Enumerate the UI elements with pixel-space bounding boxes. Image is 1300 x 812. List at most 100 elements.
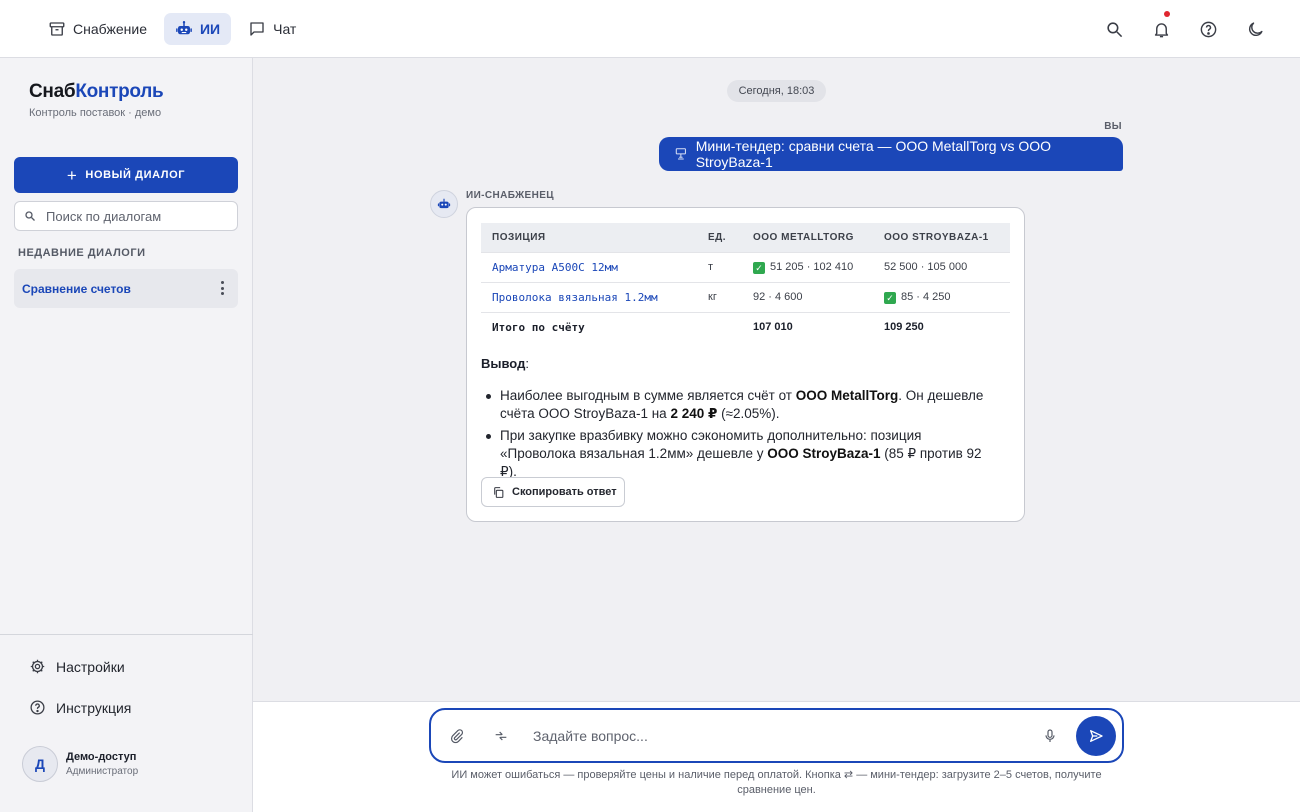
user-message-label: ВЫ bbox=[1104, 121, 1122, 132]
paperclip-icon bbox=[450, 728, 464, 743]
settings-link[interactable]: Настройки bbox=[29, 658, 125, 675]
brand-subtitle: Контроль поставок · демо bbox=[29, 107, 162, 119]
notification-dot bbox=[1164, 11, 1170, 17]
microphone-icon bbox=[1045, 728, 1055, 742]
user-role: Администратор bbox=[66, 766, 139, 777]
top-actions bbox=[1091, 0, 1300, 58]
help-circle-icon bbox=[30, 700, 45, 715]
comparison-table: ПОЗИЦИЯ ЕД. ООО METALLTORG ООО STROYBAZA… bbox=[481, 223, 1010, 342]
user-message-bubble: Мини-тендер: сравни счета — ООО MetallTo… bbox=[659, 137, 1123, 171]
help-button[interactable] bbox=[1185, 0, 1232, 58]
cell-stroybaza: 52 500 · 105 000 bbox=[873, 251, 1010, 282]
tab-chat[interactable]: Чат bbox=[237, 13, 307, 45]
help-icon bbox=[1200, 21, 1217, 37]
bot-avatar bbox=[430, 190, 458, 218]
recent-dialog-item[interactable]: Сравнение счетов bbox=[14, 269, 238, 308]
archive-icon bbox=[48, 20, 66, 38]
copy-answer-label: Скопировать ответ bbox=[512, 486, 617, 498]
send-button[interactable] bbox=[1076, 715, 1116, 756]
tab-ai[interactable]: ИИ bbox=[163, 12, 232, 45]
header-unit: ЕД. bbox=[697, 223, 742, 252]
dialog-search bbox=[14, 201, 238, 231]
help-link[interactable]: Инструкция bbox=[29, 699, 131, 716]
header-stroybaza: ООО STROYBAZA-1 bbox=[873, 223, 1010, 252]
composer-disclaimer: ИИ может ошибаться — проверяйте цены и н… bbox=[451, 769, 1102, 796]
brand-part2: Контроль bbox=[75, 81, 164, 102]
robot-icon bbox=[437, 198, 451, 209]
voice-input-button[interactable] bbox=[1028, 714, 1072, 758]
plus-icon: + bbox=[66, 165, 78, 185]
search-icon bbox=[25, 211, 35, 221]
recent-dialogs-heading: НЕДАВНИЕ ДИАЛОГИ bbox=[18, 247, 146, 259]
avatar: Д bbox=[22, 746, 58, 782]
search-button[interactable] bbox=[1091, 0, 1138, 58]
notifications-button[interactable] bbox=[1138, 0, 1185, 58]
cell-metalltorg-value: 51 205 · 102 410 bbox=[770, 260, 854, 273]
tab-ai-label: ИИ bbox=[199, 20, 221, 37]
compare-arrows-icon bbox=[495, 731, 507, 740]
message-input[interactable] bbox=[533, 727, 1028, 744]
bullet-bold: ООО MetallTorg bbox=[795, 388, 899, 403]
dialog-search-input[interactable] bbox=[46, 208, 226, 224]
user-name: Демо-доступ bbox=[66, 751, 137, 763]
cell-position: Проволока вязальная 1.2мм bbox=[481, 281, 697, 312]
search-icon bbox=[1107, 21, 1123, 37]
cell-total-stroybaza: 109 250 bbox=[873, 311, 1010, 342]
gear-icon bbox=[30, 659, 45, 674]
send-icon bbox=[1090, 729, 1103, 742]
conclusion-heading: Вывод: bbox=[481, 356, 529, 371]
main-tabs: Снабжение ИИ Чат bbox=[37, 12, 307, 45]
cell-metalltorg: ✓ 51 205 · 102 410 bbox=[742, 251, 873, 282]
sidebar-divider bbox=[0, 634, 253, 635]
top-bar: Снабжение ИИ Чат bbox=[0, 0, 1300, 58]
brand-logo: СнабКонтроль bbox=[29, 81, 164, 103]
check-icon: ✓ bbox=[884, 291, 896, 304]
message-composer bbox=[429, 708, 1124, 763]
podium-icon bbox=[674, 147, 688, 161]
conclusion-label: Вывод bbox=[481, 356, 526, 371]
bullet-text: (≈2.05%). bbox=[717, 406, 780, 421]
new-dialog-label: НОВЫЙ ДИАЛОГ bbox=[85, 169, 186, 181]
list-item: При закупке вразбивку можно сэкономить д… bbox=[486, 427, 1000, 481]
attach-button[interactable] bbox=[435, 714, 479, 758]
tab-supply[interactable]: Снабжение bbox=[37, 13, 158, 45]
cell-stroybaza: ✓ 85 · 4 250 bbox=[873, 281, 1010, 312]
user-message-text: Мини-тендер: сравни счета — ООО MetallTo… bbox=[695, 138, 1052, 170]
cell-total-unit bbox=[697, 311, 742, 342]
list-item: Наиболее выгодным в сумме является счёт … bbox=[486, 387, 1000, 423]
table-row: Арматура А500С 12мм т ✓ 51 205 · 102 410 … bbox=[481, 251, 1010, 282]
tab-chat-label: Чат bbox=[273, 20, 297, 37]
bullet-bold: 2 240 ₽ bbox=[670, 406, 718, 421]
cell-position: Арматура А500С 12мм bbox=[481, 251, 697, 282]
settings-label: Настройки bbox=[56, 658, 125, 675]
moon-icon bbox=[1249, 21, 1263, 36]
theme-toggle-button[interactable] bbox=[1232, 0, 1279, 58]
conclusion-list: Наиболее выгодным в сумме является счёт … bbox=[486, 387, 1000, 485]
help-label: Инструкция bbox=[56, 699, 132, 716]
cell-total-metalltorg: 107 010 bbox=[742, 311, 873, 342]
new-dialog-button[interactable]: + НОВЫЙ ДИАЛОГ bbox=[14, 157, 238, 193]
bullet-bold: ООО StroyBaza-1 bbox=[767, 446, 881, 461]
robot-icon bbox=[175, 20, 193, 38]
user-profile[interactable]: Д Демо-доступ Администратор bbox=[22, 746, 138, 782]
table-header-row: ПОЗИЦИЯ ЕД. ООО METALLTORG ООО STROYBAZA… bbox=[481, 223, 1010, 252]
date-separator: Сегодня, 18:03 bbox=[727, 80, 826, 102]
table-total-row: Итого по счёту 107 010 109 250 bbox=[481, 311, 1010, 342]
cell-metalltorg: 92 · 4 600 bbox=[742, 281, 873, 312]
check-icon: ✓ bbox=[753, 261, 765, 274]
cell-unit: кг bbox=[697, 281, 742, 312]
chat-icon bbox=[248, 20, 266, 38]
cell-unit: т bbox=[697, 251, 742, 282]
copy-answer-button[interactable]: Скопировать ответ bbox=[481, 477, 625, 507]
table-row: Проволока вязальная 1.2мм кг 92 · 4 600 … bbox=[481, 281, 1010, 312]
tab-supply-label: Снабжение bbox=[73, 20, 147, 37]
more-vertical-icon[interactable] bbox=[221, 281, 225, 295]
sidebar: СнабКонтроль Контроль поставок · демо + … bbox=[0, 58, 253, 812]
copy-icon bbox=[494, 486, 504, 498]
bot-message-card: ПОЗИЦИЯ ЕД. ООО METALLTORG ООО STROYBAZA… bbox=[466, 207, 1025, 522]
brand-part1: Снаб bbox=[29, 81, 76, 102]
bell-icon bbox=[1154, 22, 1169, 37]
mini-tender-button[interactable] bbox=[479, 714, 523, 758]
cell-stroybaza-value: 85 · 4 250 bbox=[901, 290, 951, 303]
recent-dialog-label: Сравнение счетов bbox=[22, 281, 131, 296]
